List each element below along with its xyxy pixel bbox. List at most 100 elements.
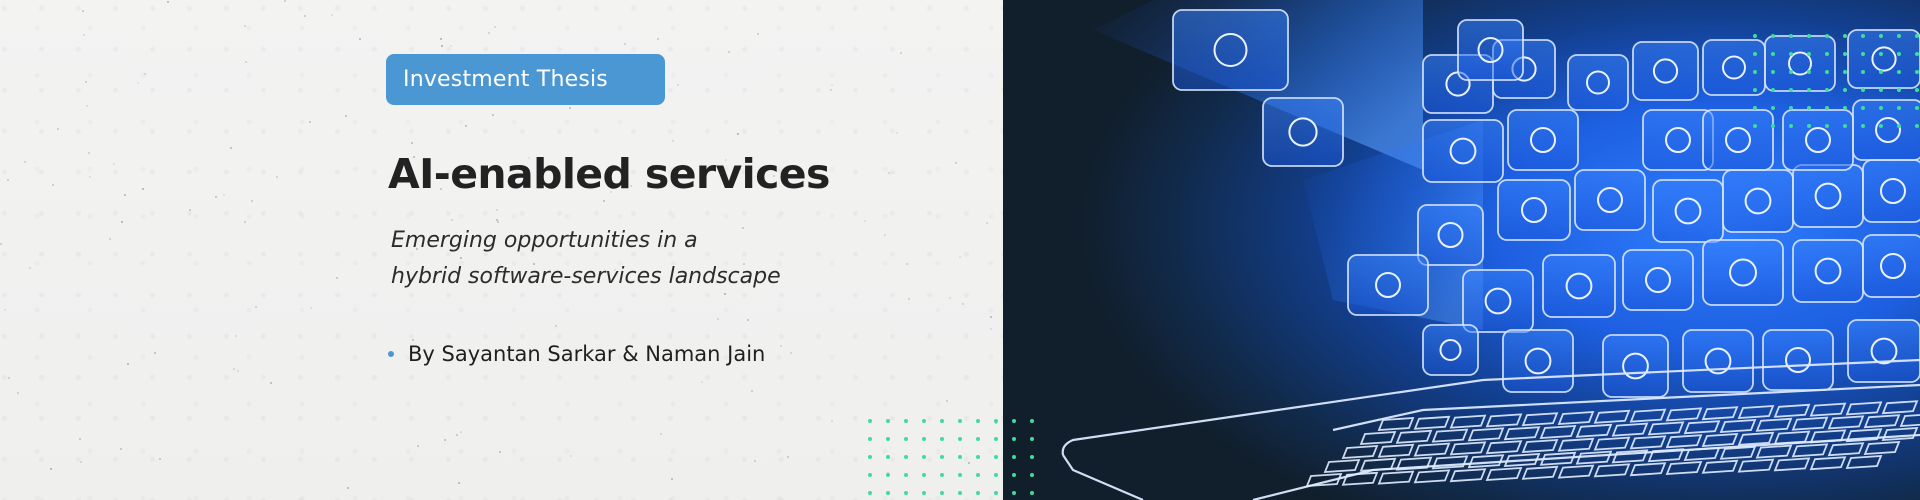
grid-dot [1771, 70, 1775, 74]
paper-speck [83, 34, 85, 36]
paper-speck [86, 105, 88, 107]
grid-dot [958, 419, 962, 423]
paper-speck [345, 115, 347, 117]
paper-speck [85, 81, 87, 83]
grid-dot [1789, 88, 1793, 92]
paper-speck [451, 219, 453, 221]
grid-dot [994, 419, 998, 423]
grid-dot [958, 491, 962, 495]
grid-dot [1879, 124, 1883, 128]
grid-dot [1771, 52, 1775, 56]
grid-dot [940, 455, 944, 459]
grid-dot [1030, 491, 1034, 495]
paper-speck [968, 462, 970, 464]
wifi-cube [1792, 164, 1864, 228]
paper-speck [751, 390, 753, 392]
grid-dot [868, 473, 872, 477]
grid-dot [1807, 52, 1811, 56]
grid-dot [1879, 70, 1883, 74]
home-cube [1722, 169, 1794, 233]
paper-speck [569, 107, 571, 109]
paper-speck [417, 445, 419, 447]
paper-speck [465, 125, 467, 127]
grid-dot [1879, 34, 1883, 38]
grid-dot [1030, 437, 1034, 441]
paper-speck [89, 176, 91, 178]
graduation-cap-cube [1622, 249, 1694, 311]
paper-speck [52, 184, 54, 186]
paper-speck [336, 277, 338, 279]
grid-dot [1030, 455, 1034, 459]
grid-dot [886, 419, 890, 423]
chat-cube [1632, 41, 1699, 101]
hero-illustration [1003, 0, 1920, 500]
paper-speck [456, 434, 458, 436]
paper-speck [754, 460, 756, 462]
paper-speck [347, 487, 349, 489]
grid-dot [1897, 52, 1901, 56]
paper-speck [440, 38, 442, 40]
folder-cube [1507, 109, 1579, 171]
grid-dot [1843, 34, 1847, 38]
grid-dot [1843, 88, 1847, 92]
phone-cube [1602, 334, 1669, 398]
paper-speck [831, 420, 833, 422]
grid-dot [1771, 124, 1775, 128]
grid-dot [940, 419, 944, 423]
grid-dot [1861, 34, 1865, 38]
grid-dot [922, 437, 926, 441]
grid-dot [976, 419, 980, 423]
grid-dot [904, 437, 908, 441]
paper-speck [864, 220, 866, 222]
grid-dot [1771, 34, 1775, 38]
slide-subtitle: Emerging opportunities in a hybrid softw… [391, 223, 781, 295]
location-pin-cube [1847, 319, 1920, 383]
paper-speck [677, 84, 679, 86]
paper-speck [787, 456, 789, 458]
grid-dot [922, 491, 926, 495]
grid-dot [868, 491, 872, 495]
grid-dot [1753, 70, 1757, 74]
growth-chart-cube [1542, 254, 1616, 318]
grid-dot [1897, 70, 1901, 74]
paper-speck [955, 162, 957, 164]
grid-dot [1825, 124, 1829, 128]
grid-dot [1012, 437, 1016, 441]
paper-speck [830, 89, 832, 91]
paper-speck [0, 243, 2, 245]
download-cube [1792, 239, 1864, 303]
grid-dot [1825, 106, 1829, 110]
paper-speck [900, 52, 902, 54]
subtitle-line-1: Emerging opportunities in a [391, 228, 698, 253]
grid-dot [958, 473, 962, 477]
paper-speck [444, 439, 446, 441]
grid-dot [886, 437, 890, 441]
paper-speck [120, 448, 122, 450]
paper-speck [499, 451, 501, 453]
grid-dot [1915, 34, 1919, 38]
paper-speck [494, 26, 496, 28]
grid-dot [1879, 88, 1883, 92]
paper-speck [672, 140, 674, 142]
grid-dot [1012, 419, 1016, 423]
grid-dot [994, 473, 998, 477]
music-note-cube [1497, 179, 1571, 241]
grid-dot [1915, 70, 1919, 74]
game-controller-cube [1702, 39, 1766, 96]
paper-speck [908, 298, 910, 300]
game-controller-cube [1762, 329, 1834, 391]
grid-dot [1807, 124, 1811, 128]
grid-dot [1897, 124, 1901, 128]
grid-dot [1915, 88, 1919, 92]
camera-cube [1702, 239, 1784, 306]
grid-dot [1843, 52, 1847, 56]
folder-cube [1502, 329, 1574, 393]
grid-dot [886, 491, 890, 495]
grid-dot [1897, 88, 1901, 92]
grid-dot [1825, 88, 1829, 92]
calendar-cube [1862, 234, 1920, 298]
paper-speck [990, 316, 992, 318]
grid-dot [904, 455, 908, 459]
section-badge: Investment Thesis [386, 54, 665, 105]
grid-dot [1843, 106, 1847, 110]
